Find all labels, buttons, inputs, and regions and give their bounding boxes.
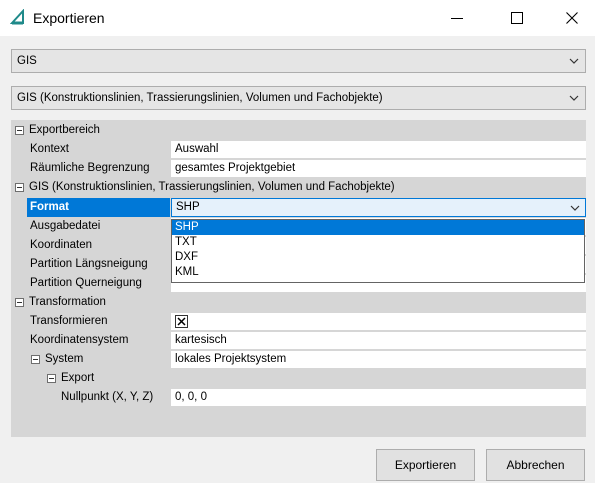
property-value-system[interactable]: lokales Projektsystem [171,351,586,368]
property-label: Partition Querneigung [30,277,142,289]
maximize-button[interactable] [494,0,540,36]
property-value-nullpunkt[interactable]: 0, 0, 0 [171,389,586,406]
variant-dropdown-value: GIS (Konstruktionslinien, Trassierungsli… [17,92,383,104]
property-label: System [45,353,84,365]
section-exportbereich[interactable]: Exportbereich [11,121,586,140]
checkbox-x-icon [177,317,186,326]
transformieren-checkbox[interactable] [175,315,188,328]
window-title: Exportieren [33,10,105,26]
property-label: Kontext [30,143,69,155]
collapse-minus-icon[interactable] [47,374,56,383]
property-value-koordinatensystem[interactable]: kartesisch [171,332,586,349]
title-bar: Exportieren [0,0,595,36]
chevron-down-icon [570,205,580,211]
close-button[interactable] [549,0,595,36]
section-label: Exportbereich [29,124,100,136]
property-value-kontext[interactable]: Auswahl [171,141,586,158]
property-row-nullpunkt[interactable]: Nullpunkt (X, Y, Z) 0, 0, 0 [11,388,586,407]
property-label: Ausgabedatei [30,220,101,232]
section-transformation[interactable]: Transformation [11,293,586,312]
chevron-down-icon [569,58,579,64]
format-options-list: SHP TXT DXF KML [171,219,585,283]
property-label: Räumliche Begrenzung [30,162,150,174]
property-label: Koordinaten [30,239,93,251]
section-label: Export [61,372,95,384]
category-dropdown-value: GIS [17,55,37,67]
collapse-minus-icon[interactable] [15,298,24,307]
export-button[interactable]: Exportieren [376,449,475,481]
collapse-minus-icon[interactable] [31,355,40,364]
property-value-transformieren [171,313,586,330]
format-option-txt[interactable]: TXT [172,235,584,250]
category-dropdown[interactable]: GIS [11,49,586,73]
value-text: 0, 0, 0 [175,391,207,403]
section-label: Transformation [29,296,106,308]
format-option-kml[interactable]: KML [172,265,584,280]
value-text: Auswahl [175,143,219,155]
property-row-system[interactable]: System lokales Projektsystem [11,350,586,369]
triangle-ruler-icon [10,9,24,25]
subsection-export[interactable]: Export [11,369,586,388]
format-option-shp[interactable]: SHP [172,220,584,235]
property-row-transformieren[interactable]: Transformieren [11,312,586,331]
property-row-format[interactable]: Format SHP [11,198,586,217]
section-gis[interactable]: GIS (Konstruktionslinien, Trassierungsli… [11,178,586,197]
cancel-button[interactable]: Abbrechen [486,449,585,481]
property-row-kontext[interactable]: Kontext Auswahl [11,140,586,159]
close-icon [566,12,578,24]
format-option-dxf[interactable]: DXF [172,250,584,265]
collapse-minus-icon[interactable] [15,183,24,192]
format-dropdown-value: SHP [176,201,200,213]
collapse-minus-icon[interactable] [15,126,24,135]
section-label: GIS (Konstruktionslinien, Trassierungsli… [29,181,395,193]
property-row-koordinatensystem[interactable]: Koordinatensystem kartesisch [11,331,586,350]
variant-dropdown[interactable]: GIS (Konstruktionslinien, Trassierungsli… [11,86,586,110]
value-text: gesamtes Projektgebiet [175,162,296,174]
maximize-icon [511,12,523,24]
format-dropdown[interactable]: SHP [171,198,586,217]
minimize-icon [451,18,463,19]
property-row-begrenzung[interactable]: Räumliche Begrenzung gesamtes Projektgeb… [11,159,586,178]
value-text: lokales Projektsystem [175,353,287,365]
property-value-begrenzung[interactable]: gesamtes Projektgebiet [171,160,586,177]
chevron-down-icon [569,95,579,101]
property-label: Partition Längsneigung [30,258,148,270]
property-label: Koordinatensystem [30,334,129,346]
property-label: Nullpunkt (X, Y, Z) [61,391,154,403]
property-label: Transformieren [30,315,108,327]
value-text: kartesisch [175,334,227,346]
minimize-button[interactable] [434,0,480,36]
property-label: Format [30,201,69,213]
